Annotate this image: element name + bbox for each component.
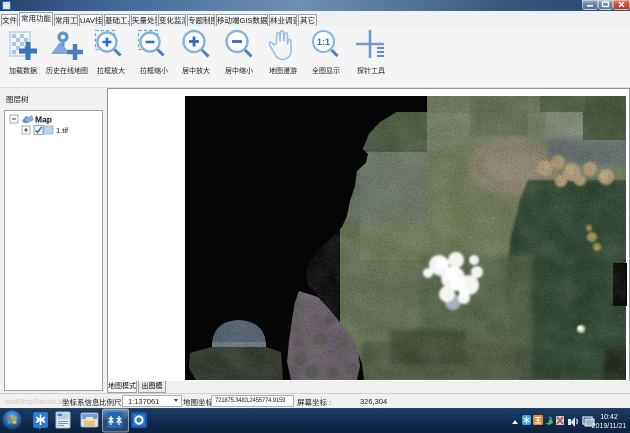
svg-text:Map: Map (35, 115, 52, 125)
svg-text:10:42: 10:42 (600, 414, 618, 421)
svg-text:1.tif: 1.tif (56, 126, 69, 135)
svg-text:1:1: 1:1 (317, 37, 330, 47)
svg-text:2019/11/21: 2019/11/21 (592, 423, 627, 430)
